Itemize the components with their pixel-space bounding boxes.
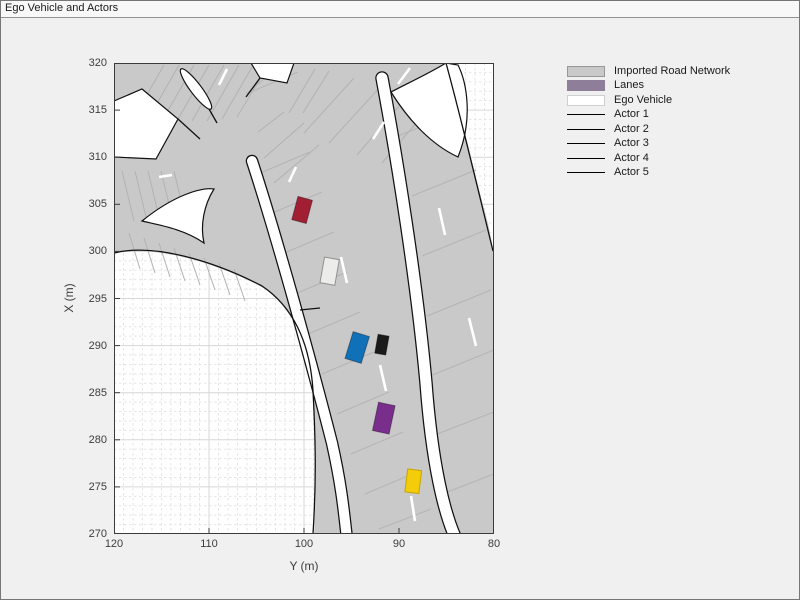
y-tick-label: 320 [73,57,107,69]
y-tick-label: 290 [73,340,107,352]
y-tick-label: 305 [73,198,107,210]
legend-item: Imported Road Network [567,64,730,79]
y-tick-label: 315 [73,104,107,116]
y-tick-label: 280 [73,434,107,446]
window-titlebar[interactable]: Ego Vehicle and Actors [1,1,799,18]
figure-window: Ego Vehicle and Actors [0,0,800,600]
legend-label: Actor 3 [614,138,649,149]
legend-item: Actor 3 [567,137,730,152]
birds-eye-plot [114,63,494,534]
window-title: Ego Vehicle and Actors [5,2,118,14]
legend-label: Actor 2 [614,124,649,135]
legend: Imported Road Network Lanes Ego Vehicle Act… [567,64,730,180]
y-tick-label: 300 [73,245,107,257]
y-tick-label: 270 [73,528,107,540]
legend-line-swatch [567,143,605,144]
x-axis-label: Y (m) [264,559,344,573]
x-tick-label: 100 [284,538,324,550]
legend-item: Actor 5 [567,166,730,181]
legend-line-swatch [567,172,605,173]
legend-patch-swatch [567,95,605,106]
y-tick-label: 310 [73,151,107,163]
legend-label: Imported Road Network [614,66,730,77]
legend-item: Actor 2 [567,122,730,137]
legend-label: Actor 1 [614,109,649,120]
x-tick-label: 110 [189,538,229,550]
legend-line-swatch [567,158,605,159]
vehicle-actor-yellow [405,469,422,494]
y-tick-label: 295 [73,293,107,305]
legend-label: Actor 4 [614,153,649,164]
y-tick-label: 285 [73,387,107,399]
x-tick-label: 90 [379,538,419,550]
legend-item: Lanes [567,79,730,94]
legend-item: Ego Vehicle [567,93,730,108]
x-tick-label: 80 [474,538,514,550]
legend-patch-swatch [567,80,605,91]
y-axis-label: X (m) [62,276,76,320]
plot-area[interactable] [114,63,494,534]
figure-canvas: 1201101009080320315310305300295290285280… [1,18,799,599]
legend-label: Lanes [614,80,644,91]
y-tick-label: 275 [73,481,107,493]
legend-item: Actor 1 [567,108,730,123]
legend-label: Ego Vehicle [614,95,672,106]
legend-patch-swatch [567,66,605,77]
legend-item: Actor 4 [567,151,730,166]
legend-line-swatch [567,129,605,130]
legend-line-swatch [567,114,605,115]
legend-label: Actor 5 [614,167,649,178]
